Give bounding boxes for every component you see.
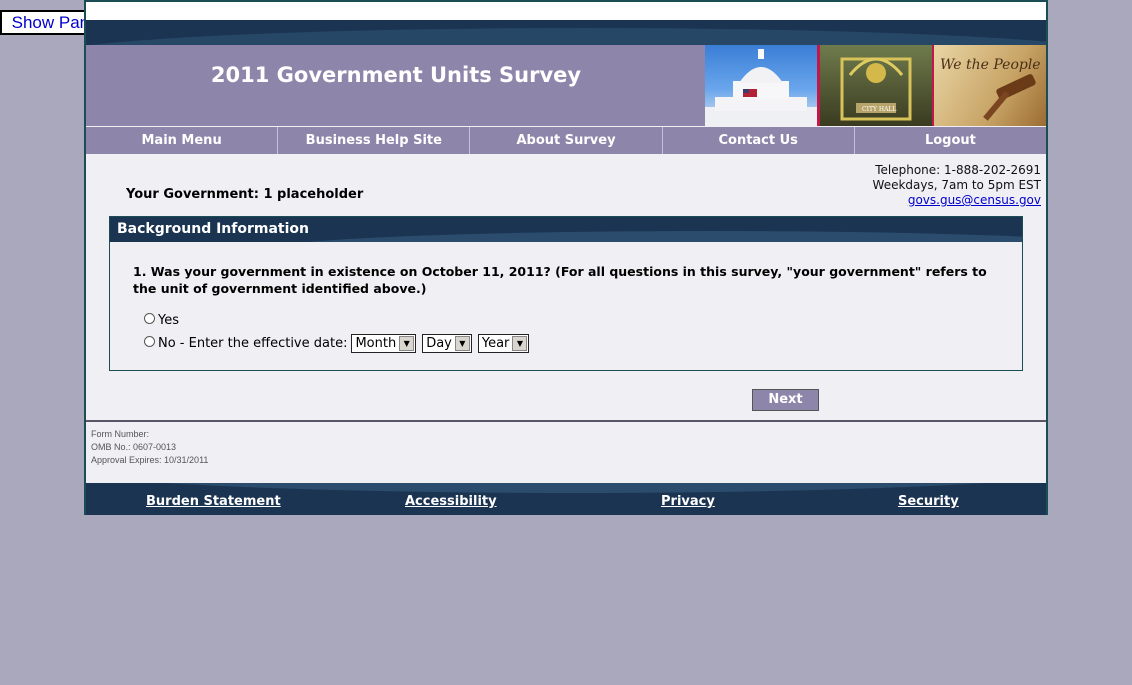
privacy-link[interactable]: Privacy	[661, 494, 715, 509]
svg-text:We the People: We the People	[940, 57, 1041, 73]
svg-text:CITY HALL: CITY HALL	[862, 106, 896, 113]
yes-radio[interactable]	[144, 313, 155, 324]
year-select-value: Year	[481, 336, 510, 351]
security-link[interactable]: Security	[898, 494, 959, 509]
banner: 2011 Government Units Survey CITY HALL W…	[86, 45, 1046, 126]
telephone-text: Telephone: 1-888-202-2691	[875, 163, 1041, 177]
section-header: Background Information	[110, 217, 1022, 242]
city-hall-photo: CITY HALL	[820, 45, 932, 126]
question-1: 1. Was your government in existence on O…	[133, 264, 987, 296]
nav-contact-us[interactable]: Contact Us	[663, 127, 855, 154]
government-name: Your Government: 1 placeholder	[126, 187, 364, 202]
year-select[interactable]: Year ▼	[477, 334, 530, 353]
day-select-value: Day	[426, 336, 452, 351]
month-select-value: Month	[355, 336, 397, 351]
no-label: No - Enter the effective date:	[158, 336, 348, 351]
top-white-strip	[86, 0, 1046, 20]
footer-divider	[86, 420, 1046, 422]
chevron-down-icon: ▼	[399, 336, 415, 351]
burden-statement-link[interactable]: Burden Statement	[146, 494, 281, 509]
month-select[interactable]: Month ▼	[351, 334, 417, 353]
page-title: 2011 Government Units Survey	[210, 63, 582, 87]
banner-photos: CITY HALL We the People	[705, 45, 1046, 126]
capitol-photo	[705, 45, 817, 126]
nav-logout[interactable]: Logout	[855, 127, 1046, 154]
no-option: No - Enter the effective date: Month ▼ D…	[144, 334, 530, 353]
footer-band: Burden Statement Accessibility Privacy S…	[86, 483, 1046, 515]
next-button[interactable]: Next	[752, 389, 819, 411]
form-number: Form Number:	[91, 429, 150, 439]
email-link[interactable]: govs.gus@census.gov	[908, 193, 1041, 207]
constitution-gavel-photo: We the People	[934, 45, 1046, 126]
header-band	[86, 20, 1046, 45]
day-select[interactable]: Day ▼	[422, 334, 472, 353]
chevron-down-icon: ▼	[454, 336, 470, 351]
form-meta: Form Number: OMB No.: 0607-0013 Approval…	[91, 428, 208, 467]
survey-page: 2011 Government Units Survey CITY HALL W…	[84, 0, 1048, 515]
yes-option: Yes	[144, 313, 179, 328]
approval-expires: Approval Expires: 10/31/2011	[91, 455, 209, 465]
yes-label: Yes	[158, 313, 179, 328]
contact-info: Telephone: 1-888-202-2691 Weekdays, 7am …	[873, 163, 1041, 208]
no-radio[interactable]	[144, 336, 155, 347]
hours-text: Weekdays, 7am to 5pm EST	[872, 178, 1041, 192]
background-information-section: Background Information 1. Was your gover…	[109, 216, 1023, 371]
nav-business-help-site[interactable]: Business Help Site	[278, 127, 471, 154]
main-nav: Main Menu Business Help Site About Surve…	[86, 127, 1046, 154]
accessibility-link[interactable]: Accessibility	[405, 494, 497, 509]
nav-main-menu[interactable]: Main Menu	[86, 127, 279, 154]
nav-about-survey[interactable]: About Survey	[470, 127, 663, 154]
chevron-down-icon: ▼	[512, 336, 528, 351]
omb-number: OMB No.: 0607-0013	[91, 442, 177, 452]
section-title: Background Information	[117, 221, 310, 237]
